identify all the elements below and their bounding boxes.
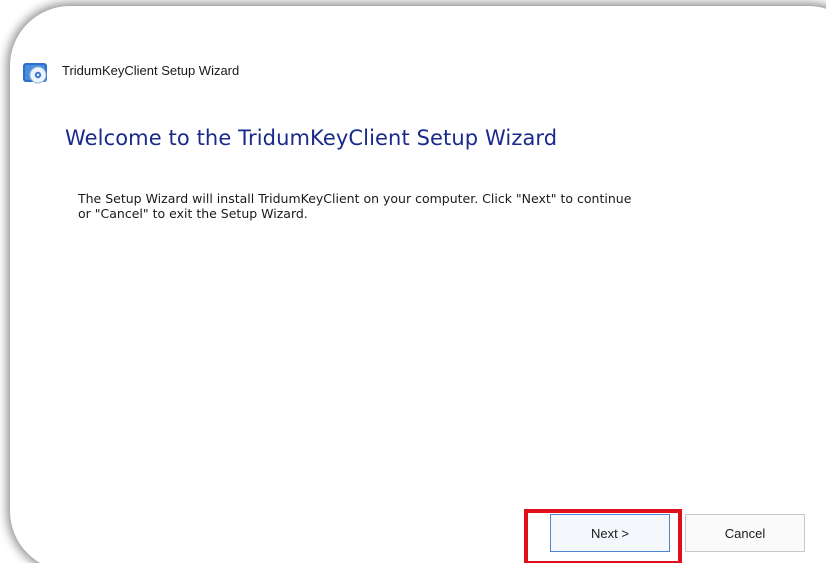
cancel-button[interactable]: Cancel: [685, 514, 805, 552]
wizard-heading: Welcome to the TridumKeyClient Setup Wiz…: [65, 126, 558, 150]
screenshot-stage: TridumKeyClient Setup Wizard Welcome to …: [0, 0, 826, 563]
wizard-description: The Setup Wizard will install TridumKeyC…: [78, 191, 632, 221]
window-title: TridumKeyClient Setup Wizard: [62, 63, 240, 78]
next-button[interactable]: Next >: [550, 514, 670, 552]
setup-disc-icon: [22, 60, 50, 84]
title-bar: TridumKeyClient Setup Wizard: [10, 6, 826, 116]
setup-wizard-window: TridumKeyClient Setup Wizard Welcome to …: [10, 6, 826, 563]
